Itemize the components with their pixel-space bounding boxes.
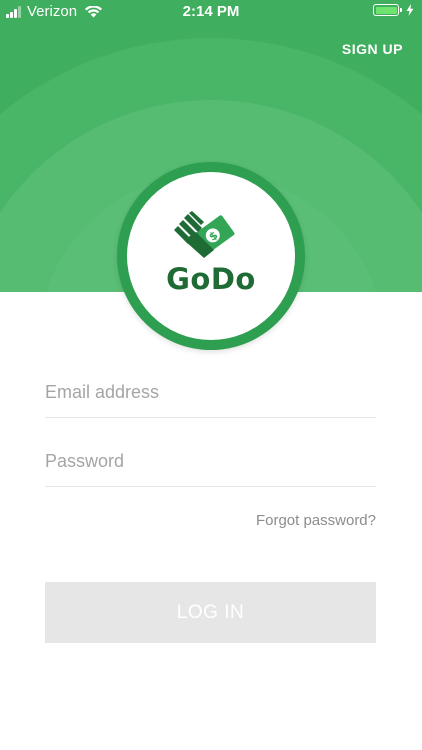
sign-up-link[interactable]: SIGN UP [342, 41, 403, 57]
forgot-password-link[interactable]: Forgot password? [256, 512, 376, 529]
status-time: 2:14 PM [182, 3, 240, 20]
status-bar: Verizon 2:14 PM [0, 0, 422, 24]
status-right [373, 4, 414, 16]
password-field[interactable] [45, 446, 376, 487]
battery-icon [373, 4, 402, 16]
email-field[interactable] [45, 377, 376, 418]
log-in-button[interactable]: LOG IN [45, 582, 376, 643]
brand-name: GoDo [166, 262, 256, 296]
charging-bolt-icon [406, 4, 414, 16]
hand-money-icon: $ [174, 211, 235, 258]
